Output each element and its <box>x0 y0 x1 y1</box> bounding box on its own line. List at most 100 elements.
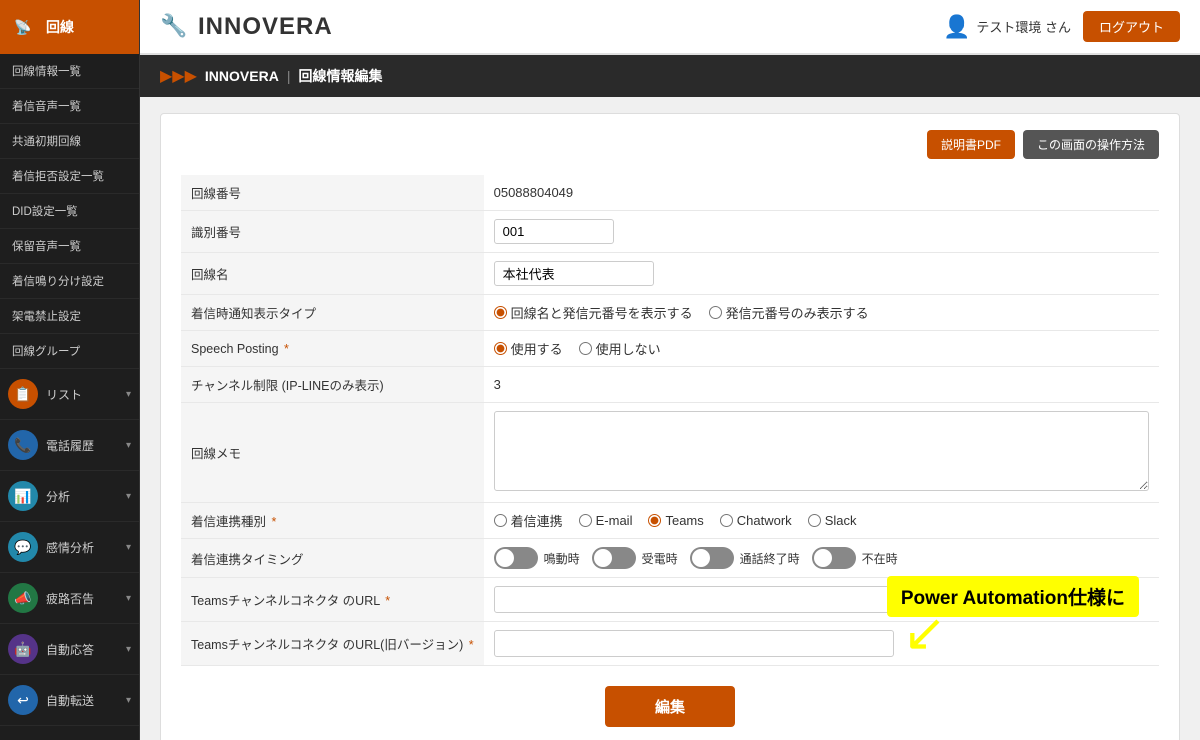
sidebar-item-ring-sort[interactable]: 着信鳴り分け設定 <box>0 264 139 299</box>
sidebar-item-line-list[interactable]: 回線情報一覧 <box>0 54 139 89</box>
sidebar-item-common-line[interactable]: 共通初期回線 <box>0 124 139 159</box>
label-channel-limit: チャンネル制限 (IP-LINEのみ表示) <box>181 367 484 403</box>
radio-email-label: E-mail <box>596 513 633 528</box>
label-line-name: 回線名 <box>181 253 484 295</box>
main-content: 🔧 INNOVERA 👤 テスト環境 さん ログアウト ▶▶▶ INNOVERA… <box>140 0 1200 740</box>
radio-no-use-input[interactable] <box>579 342 592 355</box>
doc-pdf-button[interactable]: 説明書PDF <box>927 130 1015 159</box>
radio-slack[interactable]: Slack <box>808 513 857 528</box>
radio-teams-label: Teams <box>665 513 703 528</box>
sidebar: 📡 回線 回線情報一覧 着信音声一覧 共通初期回線 着信拒否設定一覧 DID設定… <box>0 0 140 740</box>
sidebar-icon-list-label: リスト <box>46 386 82 403</box>
required-mark3: * <box>385 594 390 608</box>
radio-teams[interactable]: Teams <box>648 513 703 528</box>
radio-no-use-option[interactable]: 使用しない <box>579 339 661 358</box>
user-label: テスト環境 さん <box>976 17 1071 36</box>
logo-text: INNOVERA <box>198 13 333 41</box>
radio-chatwork-input[interactable] <box>720 514 733 527</box>
sidebar-item-analysis[interactable]: 📊 分析 ▾ <box>0 471 139 522</box>
radio-no-use-label: 使用しない <box>596 339 661 358</box>
input-teams-url-legacy[interactable] <box>494 630 894 657</box>
radio-display-option1[interactable]: 回線名と発信元番号を表示する <box>494 303 693 322</box>
chevron-down-icon4: ▾ <box>126 542 131 553</box>
sidebar-icon-auto-transfer-label: 自動転送 <box>46 692 94 709</box>
sidebar-item-call-ban[interactable]: 架電禁止設定 <box>0 299 139 334</box>
sidebar-item-auto-transfer[interactable]: ↩ 自動転送 ▾ <box>0 675 139 726</box>
sidebar-item-report[interactable]: 📣 疲路否告 ▾ <box>0 573 139 624</box>
edit-button[interactable]: 編集 <box>605 686 735 727</box>
radio-slack-input[interactable] <box>808 514 821 527</box>
chevron-down-icon3: ▾ <box>126 491 131 502</box>
radio-speech-posting: 使用する 使用しない <box>494 339 1149 358</box>
sidebar-item-line-group[interactable]: 回線グループ <box>0 334 139 369</box>
input-line-name[interactable] <box>494 261 654 286</box>
input-teams-url[interactable] <box>494 586 894 613</box>
edit-btn-row: 編集 <box>181 686 1159 727</box>
radio-chatwork[interactable]: Chatwork <box>720 513 792 528</box>
toggle-item-end-call: 通話終了時 <box>690 547 800 569</box>
row-line-name: 回線名 <box>181 253 1159 295</box>
toggle-receive[interactable] <box>592 547 636 569</box>
chevron-down-icon2: ▾ <box>126 440 131 451</box>
radio-display-option2[interactable]: 発信元番号のみ表示する <box>709 303 869 322</box>
sentiment-icon: 💬 <box>8 532 38 562</box>
radio-display-option1-label: 回線名と発信元番号を表示する <box>511 303 693 322</box>
radio-email-input[interactable] <box>579 514 592 527</box>
toggle-ring[interactable] <box>494 547 538 569</box>
phone-icon: 📞 <box>8 430 38 460</box>
annotation-bubble: Power Automation仕様に ↙ <box>887 576 1139 659</box>
toggle-ring-slider <box>494 547 538 569</box>
required-mark1: * <box>284 342 289 356</box>
sidebar-top-item[interactable]: 📡 回線 <box>0 0 139 54</box>
list-icon: 📋 <box>8 379 38 409</box>
required-mark2: * <box>271 515 276 529</box>
user-icon: 👤 <box>943 14 970 40</box>
label-memo: 回線メモ <box>181 403 484 503</box>
row-memo: 回線メモ <box>181 403 1159 503</box>
sidebar-icon-report-label: 疲路否告 <box>46 590 94 607</box>
sidebar-item-did-settings[interactable]: DID設定一覧 <box>0 194 139 229</box>
logout-button[interactable]: ログアウト <box>1083 11 1180 42</box>
radio-use-option[interactable]: 使用する <box>494 339 563 358</box>
chart-icon: 📊 <box>8 481 38 511</box>
radio-teams-input[interactable] <box>648 514 661 527</box>
value-display-type: 回線名と発信元番号を表示する 発信元番号のみ表示する <box>484 295 1159 331</box>
toggle-end-call[interactable] <box>690 547 734 569</box>
help-button[interactable]: この画面の操作方法 <box>1023 130 1159 159</box>
toggle-item-ring: 鳴動時 <box>494 547 580 569</box>
radio-use-input[interactable] <box>494 342 507 355</box>
row-linkage-type: 着信連携種別 * 着信連携 E-mail <box>181 503 1159 539</box>
radio-incoming-link-input[interactable] <box>494 514 507 527</box>
toggle-ring-label: 鳴動時 <box>544 550 580 567</box>
toggle-absent[interactable] <box>812 547 856 569</box>
row-linkage-timing: 着信連携タイミング 鳴動時 <box>181 539 1159 578</box>
sidebar-item-reject-settings[interactable]: 着信拒否設定一覧 <box>0 159 139 194</box>
row-line-number: 回線番号 05088804049 <box>181 175 1159 211</box>
radio-slack-label: Slack <box>825 513 857 528</box>
toggle-absent-slider <box>812 547 856 569</box>
input-identifier[interactable] <box>494 219 614 244</box>
chevron-down-icon: ▾ <box>126 389 131 400</box>
sidebar-icon-analysis-label: 分析 <box>46 488 70 505</box>
sidebar-item-incoming-voice[interactable]: 着信音声一覧 <box>0 89 139 124</box>
value-channel-limit: 3 <box>484 367 1159 403</box>
sidebar-item-sentiment[interactable]: 💬 感情分析 ▾ <box>0 522 139 573</box>
radio-display-option1-input[interactable] <box>494 306 507 319</box>
label-identifier: 識別番号 <box>181 211 484 253</box>
sidebar-icon-auto-answer-label: 自動応答 <box>46 641 94 658</box>
radio-display-option2-input[interactable] <box>709 306 722 319</box>
radio-email[interactable]: E-mail <box>579 513 633 528</box>
label-linkage-timing: 着信連携タイミング <box>181 539 484 578</box>
radio-incoming-link-label: 着信連携 <box>511 511 563 530</box>
sidebar-item-auto-answer[interactable]: 🤖 自動応答 ▾ <box>0 624 139 675</box>
toggle-receive-label: 受電時 <box>642 550 678 567</box>
toggle-absent-label: 不在時 <box>862 550 898 567</box>
chevron-down-icon5: ▾ <box>126 593 131 604</box>
radio-incoming-link[interactable]: 着信連携 <box>494 511 563 530</box>
sidebar-item-list[interactable]: 📋 リスト ▾ <box>0 369 139 420</box>
sidebar-item-hold-voice[interactable]: 保留音声一覧 <box>0 229 139 264</box>
radio-linkage-type: 着信連携 E-mail Teams <box>494 511 1149 530</box>
sidebar-item-call-history[interactable]: 📞 電話履歴 ▾ <box>0 420 139 471</box>
sidebar-menu: 回線情報一覧 着信音声一覧 共通初期回線 着信拒否設定一覧 DID設定一覧 保留… <box>0 54 139 740</box>
textarea-memo[interactable] <box>494 411 1149 491</box>
